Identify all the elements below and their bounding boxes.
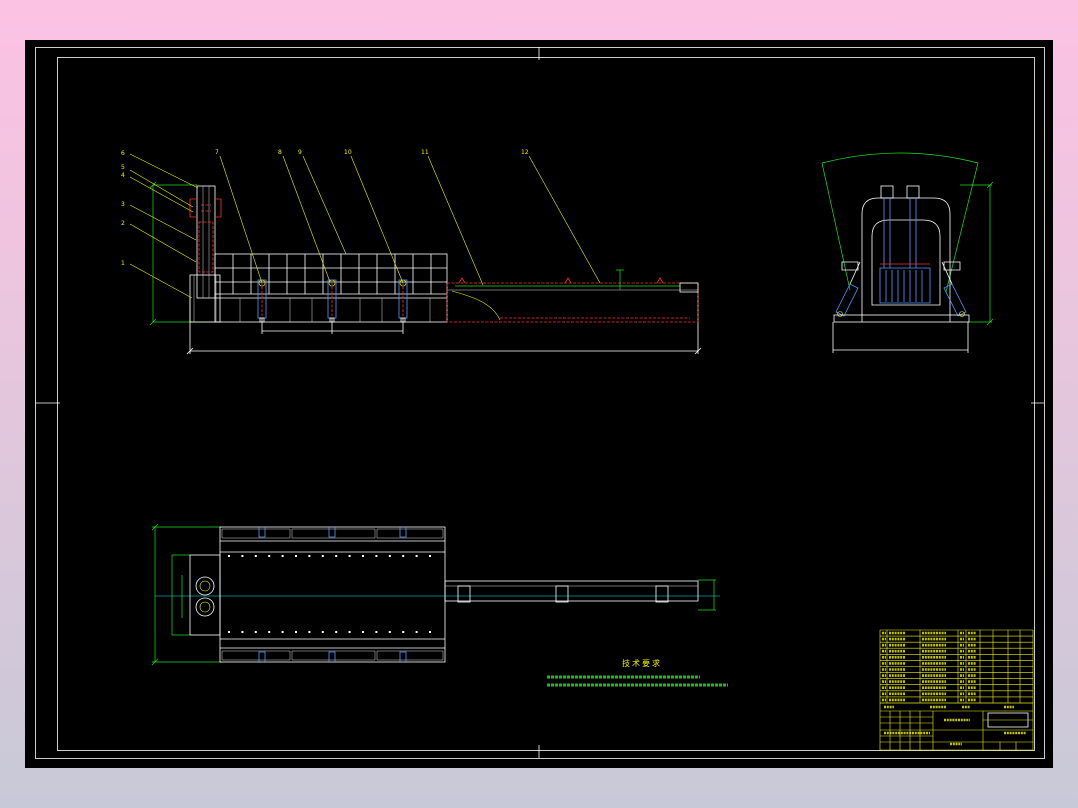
callout-label-6: 6 bbox=[121, 150, 125, 157]
sheet-background bbox=[25, 40, 1053, 768]
callout-label-2: 2 bbox=[121, 220, 125, 227]
technical-requirements-heading: 技术要求 bbox=[622, 658, 662, 668]
callout-label-12: 12 bbox=[521, 149, 529, 156]
callout-label-11: 11 bbox=[421, 149, 429, 156]
callout-label-3: 3 bbox=[121, 201, 125, 208]
callout-label-9: 9 bbox=[298, 149, 302, 156]
callout-label-1: 1 bbox=[121, 260, 125, 267]
callout-label-8: 8 bbox=[278, 149, 282, 156]
callout-label-7: 7 bbox=[215, 149, 219, 156]
callout-label-5: 5 bbox=[121, 164, 125, 171]
callout-label-4: 4 bbox=[121, 172, 125, 179]
cad-drawing-canvas: 6 5 4 3 2 1 7 8 9 10 11 12 技术要求 bbox=[25, 40, 1053, 768]
callout-label-10: 10 bbox=[344, 149, 352, 156]
drawing-sheet bbox=[25, 40, 1053, 768]
